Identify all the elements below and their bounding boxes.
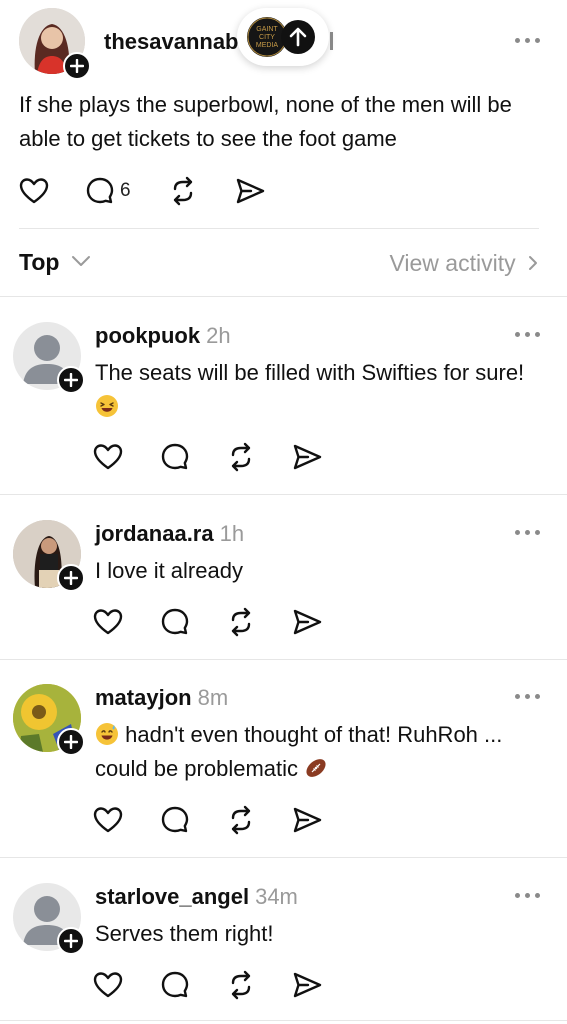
reply-more-button[interactable] (515, 529, 543, 537)
arrow-up-icon (289, 27, 307, 47)
view-activity-label: View activity (389, 250, 516, 276)
send-icon (236, 178, 265, 204)
comment-icon (161, 806, 189, 833)
send-icon (293, 807, 322, 833)
sort-dropdown[interactable]: Top (19, 249, 92, 276)
reply-share-button[interactable] (291, 441, 323, 473)
reply-more-button[interactable] (515, 331, 543, 339)
repost-icon (231, 805, 251, 835)
reply-share-button[interactable] (291, 606, 323, 638)
reply-like-button[interactable] (92, 804, 124, 836)
reply-text: I love it already (95, 558, 243, 583)
reply-reply-button[interactable] (159, 804, 191, 836)
follow-button[interactable] (63, 52, 91, 80)
laughing-emoji-icon (96, 395, 118, 417)
send-icon (293, 972, 322, 998)
reply-time: 8m (197, 685, 229, 710)
reply-repost-button[interactable] (225, 606, 257, 638)
reply-username[interactable]: jordanaa.ra 1h (95, 521, 244, 547)
svg-text:MEDIA: MEDIA (256, 42, 279, 49)
follow-button[interactable] (57, 728, 85, 756)
reply-reply-button[interactable] (159, 441, 191, 473)
reply-repost-button[interactable] (225, 969, 257, 1001)
comment-icon (161, 608, 189, 635)
reply-text: The seats will be filled with Swifties f… (95, 356, 525, 424)
reply-username[interactable]: pookpuok 2h (95, 323, 231, 349)
comment-icon (161, 443, 189, 470)
plus-icon (64, 571, 78, 585)
plus-icon (64, 934, 78, 948)
floating-overlay[interactable]: GAINT CITY MEDIA (237, 8, 329, 66)
reply-like-button[interactable] (92, 969, 124, 1001)
sweat-smile-emoji-icon (96, 723, 118, 745)
post-repost-button[interactable] (167, 175, 199, 207)
reply-more-button[interactable] (515, 892, 543, 900)
reply-like-button[interactable] (92, 606, 124, 638)
reply-username[interactable]: matayjon 8m (95, 685, 228, 711)
post-share-button[interactable] (234, 175, 266, 207)
svg-text:GAINT: GAINT (256, 26, 278, 33)
repost-icon (231, 607, 251, 637)
repost-icon (173, 176, 193, 206)
post-more-button[interactable] (515, 37, 543, 45)
divider (0, 857, 567, 858)
football-emoji-icon (306, 759, 326, 777)
reply-text: Serves them right! (95, 921, 274, 946)
follow-button[interactable] (57, 564, 85, 592)
divider (0, 659, 567, 660)
divider (0, 494, 567, 495)
chevron-down-icon (71, 256, 90, 266)
reply-share-button[interactable] (291, 804, 323, 836)
repost-icon (231, 970, 251, 1000)
divider (19, 228, 539, 229)
post-author-username[interactable]: thesavannab (104, 29, 239, 55)
post-reply-button[interactable] (84, 175, 116, 207)
reply-repost-button[interactable] (225, 441, 257, 473)
divider (0, 296, 567, 297)
heart-icon (93, 972, 123, 998)
reply-username[interactable]: starlove_angel 34m (95, 884, 298, 910)
reply-share-button[interactable] (291, 969, 323, 1001)
send-icon (293, 609, 322, 635)
send-icon (293, 444, 322, 470)
reply-text: hadn't even thought of that! RuhRoh ... … (95, 722, 503, 781)
scroll-up-button[interactable] (281, 20, 315, 54)
repost-icon (231, 442, 251, 472)
follow-button[interactable] (57, 927, 85, 955)
username-overflow-fragment (330, 32, 333, 50)
comment-icon (86, 177, 114, 204)
post-like-button[interactable] (18, 175, 50, 207)
plus-icon (70, 59, 84, 73)
svg-text:CITY: CITY (259, 34, 275, 41)
reply-repost-button[interactable] (225, 804, 257, 836)
reply-time: 1h (219, 521, 245, 546)
heart-icon (93, 609, 123, 635)
plus-icon (64, 735, 78, 749)
reply-like-button[interactable] (92, 441, 124, 473)
post-text: If she plays the superbowl, none of the … (19, 92, 512, 151)
reply-reply-button[interactable] (159, 606, 191, 638)
chevron-right-icon (529, 256, 537, 270)
reply-reply-button[interactable] (159, 969, 191, 1001)
follow-button[interactable] (57, 366, 85, 394)
view-activity-link[interactable]: View activity (389, 250, 540, 277)
reply-more-button[interactable] (515, 693, 543, 701)
heart-icon (93, 807, 123, 833)
heart-icon (19, 178, 49, 204)
reply-time: 34m (255, 884, 298, 909)
comment-icon (161, 971, 189, 998)
sort-label: Top (19, 249, 60, 275)
plus-icon (64, 373, 78, 387)
divider (0, 1020, 567, 1021)
post-reply-count: 6 (120, 180, 131, 201)
reply-time: 2h (206, 323, 231, 348)
heart-icon (93, 444, 123, 470)
